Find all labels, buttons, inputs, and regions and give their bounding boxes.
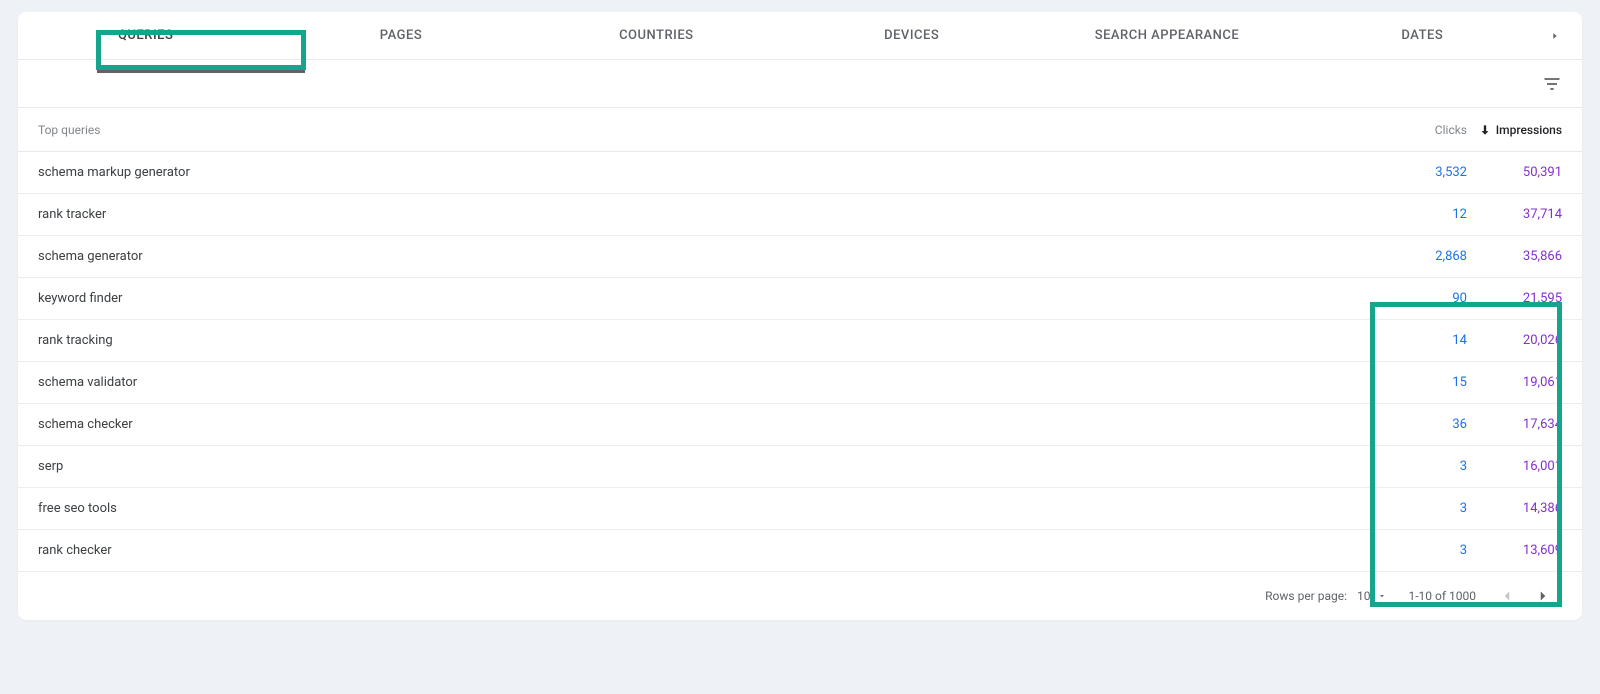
filter-bar (18, 60, 1582, 108)
tab-pages[interactable]: PAGES (273, 12, 528, 60)
query-cell[interactable]: keyword finder (38, 291, 1372, 306)
impressions-cell: 21,595 (1467, 291, 1562, 306)
clicks-cell: 36 (1372, 417, 1467, 432)
column-header-impressions[interactable]: Impressions (1467, 123, 1562, 137)
filter-button[interactable] (1542, 74, 1562, 94)
rows-per-page: Rows per page: 10 (1265, 589, 1386, 603)
clicks-cell: 3 (1372, 459, 1467, 474)
query-cell[interactable]: rank tracker (38, 207, 1372, 222)
rows-per-page-label: Rows per page: (1265, 589, 1347, 603)
query-cell[interactable]: rank checker (38, 543, 1372, 558)
caret-down-icon (1377, 591, 1387, 601)
impressions-cell: 13,609 (1467, 543, 1562, 558)
impressions-cell: 14,386 (1467, 501, 1562, 516)
impressions-cell: 16,001 (1467, 459, 1562, 474)
query-cell[interactable]: free seo tools (38, 501, 1372, 516)
query-cell[interactable]: rank tracking (38, 333, 1372, 348)
pager-nav (1498, 587, 1552, 605)
table-row: rank tracking 14 20,026 (18, 320, 1582, 362)
column-header-clicks-label: Clicks (1435, 123, 1467, 137)
clicks-cell: 15 (1372, 375, 1467, 390)
column-header-query[interactable]: Top queries (38, 123, 1372, 137)
page-range-label: 1-10 of 1000 (1409, 589, 1477, 603)
clicks-cell: 14 (1372, 333, 1467, 348)
tab-countries[interactable]: COUNTRIES (529, 12, 784, 60)
query-cell[interactable]: serp (38, 459, 1372, 474)
chevron-right-icon (1550, 31, 1560, 41)
table-row: keyword finder 90 21,595 (18, 278, 1582, 320)
arrow-down-icon (1478, 123, 1492, 137)
table-pager: Rows per page: 10 1-10 of 1000 (18, 572, 1582, 620)
clicks-cell: 3,532 (1372, 165, 1467, 180)
impressions-cell: 50,391 (1467, 165, 1562, 180)
clicks-cell: 12 (1372, 207, 1467, 222)
impressions-cell: 19,061 (1467, 375, 1562, 390)
tab-devices[interactable]: DEVICES (784, 12, 1039, 60)
prev-page-button[interactable] (1498, 587, 1516, 605)
rows-per-page-select[interactable]: 10 (1357, 589, 1387, 603)
tabs-overflow-button[interactable] (1550, 31, 1582, 41)
impressions-cell: 17,634 (1467, 417, 1562, 432)
chevron-left-icon (1498, 587, 1516, 605)
column-header-clicks[interactable]: Clicks (1372, 123, 1467, 137)
tab-dates[interactable]: DATES (1295, 12, 1550, 60)
query-cell[interactable]: schema generator (38, 249, 1372, 264)
table-row: schema generator 2,868 35,866 (18, 236, 1582, 278)
table-header-row: Top queries Clicks Impressions (18, 108, 1582, 152)
table-row: rank checker 3 13,609 (18, 530, 1582, 572)
dimension-tabs: QUERIES PAGES COUNTRIES DEVICES SEARCH A… (18, 12, 1582, 60)
query-cell[interactable]: schema validator (38, 375, 1372, 390)
chevron-right-icon (1534, 587, 1552, 605)
clicks-cell: 90 (1372, 291, 1467, 306)
table-row: schema markup generator 3,532 50,391 (18, 152, 1582, 194)
column-header-impressions-label: Impressions (1496, 123, 1562, 137)
table-row: rank tracker 12 37,714 (18, 194, 1582, 236)
table-row: serp 3 16,001 (18, 446, 1582, 488)
table-row: free seo tools 3 14,386 (18, 488, 1582, 530)
clicks-cell: 2,868 (1372, 249, 1467, 264)
query-cell[interactable]: schema checker (38, 417, 1372, 432)
query-cell[interactable]: schema markup generator (38, 165, 1372, 180)
tab-search-appearance[interactable]: SEARCH APPEARANCE (1039, 12, 1294, 60)
next-page-button[interactable] (1534, 587, 1552, 605)
performance-panel: QUERIES PAGES COUNTRIES DEVICES SEARCH A… (18, 12, 1582, 620)
clicks-cell: 3 (1372, 501, 1467, 516)
tab-queries[interactable]: QUERIES (18, 12, 273, 60)
filter-icon (1542, 74, 1562, 94)
impressions-cell: 37,714 (1467, 207, 1562, 222)
clicks-cell: 3 (1372, 543, 1467, 558)
queries-table: Top queries Clicks Impressions schema ma… (18, 108, 1582, 572)
impressions-cell: 20,026 (1467, 333, 1562, 348)
table-row: schema validator 15 19,061 (18, 362, 1582, 404)
table-row: schema checker 36 17,634 (18, 404, 1582, 446)
impressions-cell: 35,866 (1467, 249, 1562, 264)
rows-per-page-value: 10 (1357, 589, 1371, 603)
